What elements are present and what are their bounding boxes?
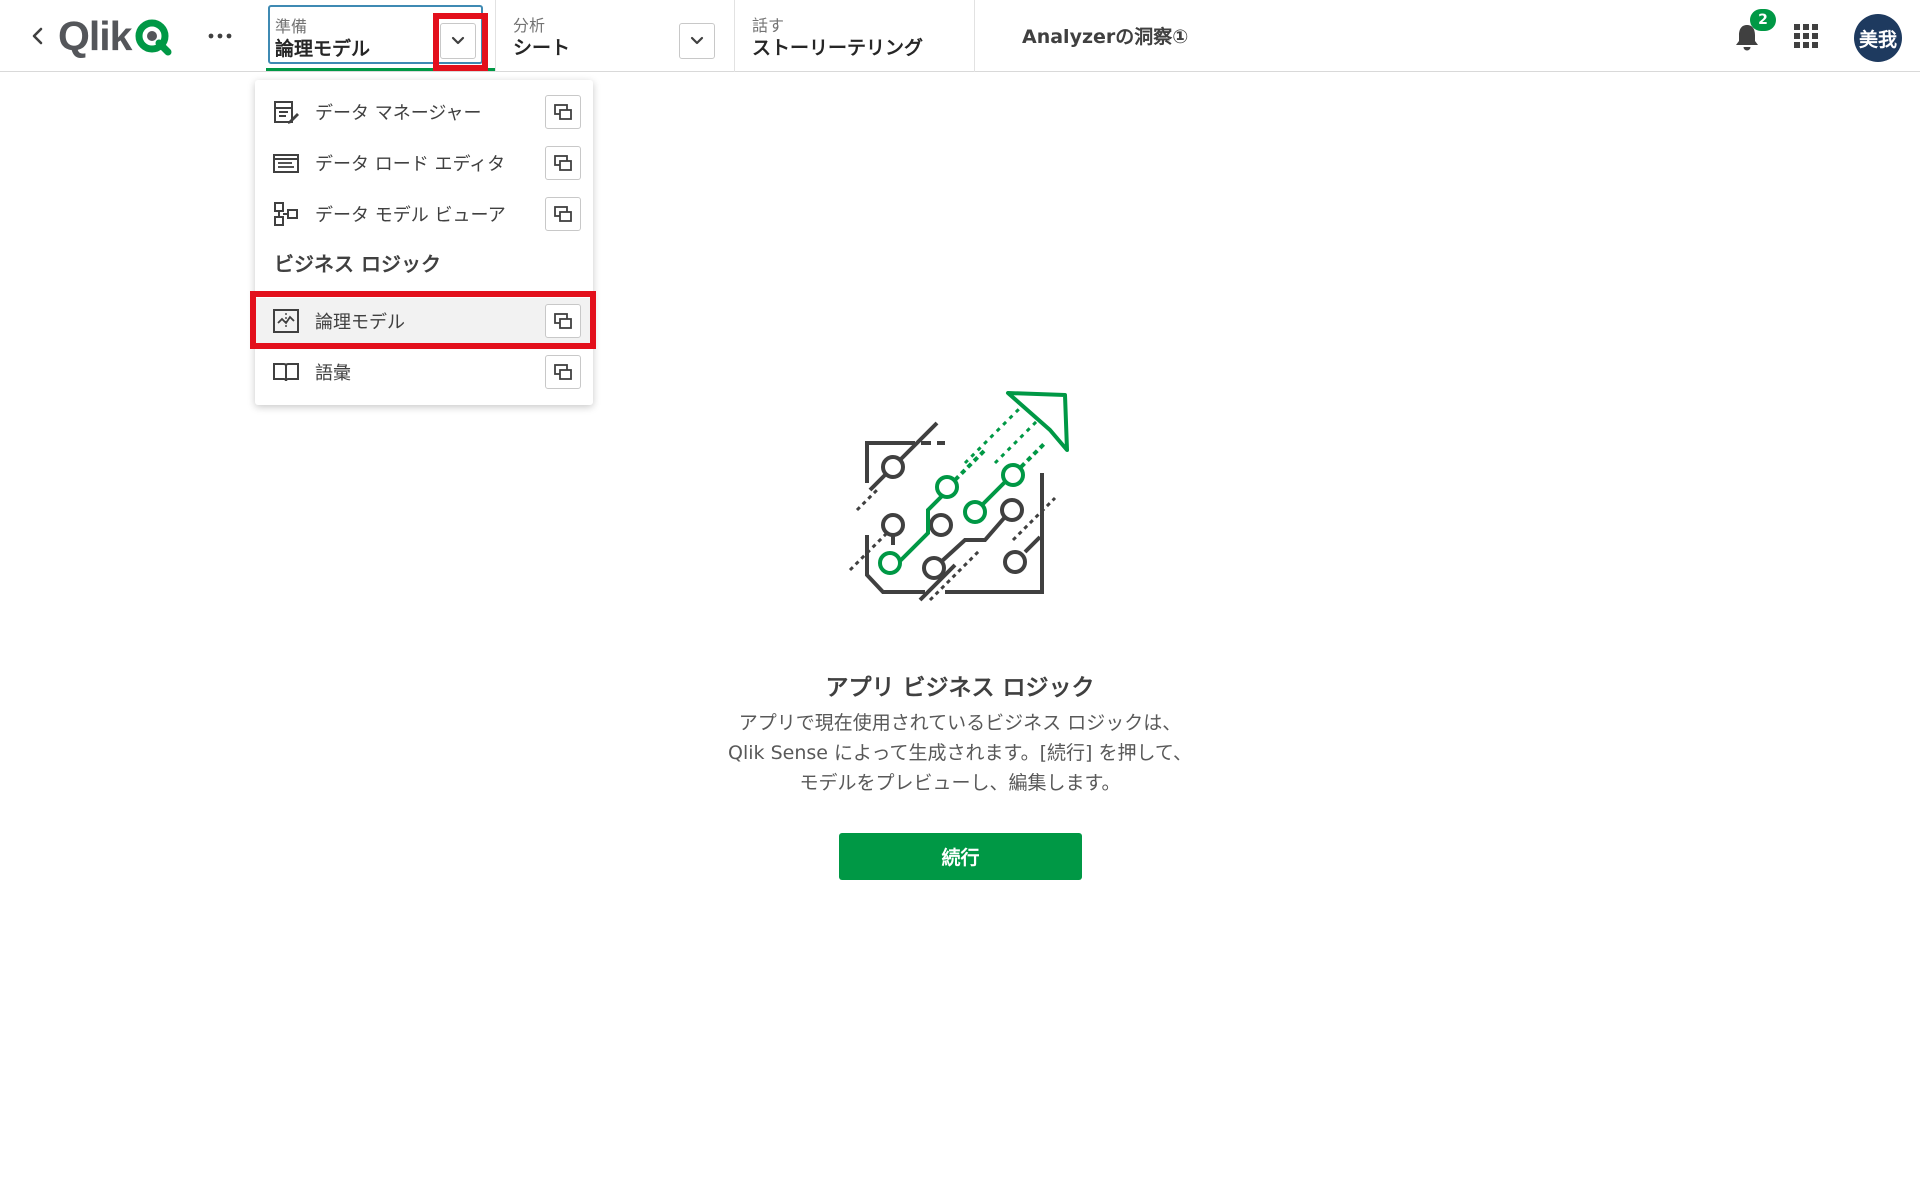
description-line: モデルをプレビューし、編集します。 — [799, 772, 1121, 794]
data-load-editor-icon — [273, 154, 299, 173]
divider — [974, 0, 975, 72]
tab-value: シート — [513, 37, 571, 59]
open-in-new-tab-button[interactable] — [545, 197, 581, 231]
open-in-new-tab-button[interactable] — [545, 95, 581, 129]
prepare-dropdown-menu: データ マネージャー データ ロード エディタ データ モデル ビューア ビジネ… — [255, 80, 593, 405]
empty-state-description: アプリで現在使用されているビジネス ロジックは、 Qlik Sense によって… — [660, 708, 1260, 798]
tab-narrate[interactable]: 話す ストーリーテリング — [752, 0, 972, 72]
menu-item-label: 語彙 — [315, 363, 351, 384]
open-new-tab-icon — [554, 155, 572, 171]
vocabulary-book-icon — [273, 363, 299, 382]
description-line: Qlik Sense によって生成されます。[続行] を押して、 — [728, 742, 1192, 764]
qlik-q-icon — [135, 19, 172, 56]
highlight-box — [250, 291, 596, 349]
logo-text: Qlik — [58, 12, 132, 59]
continue-button[interactable]: 続行 — [839, 833, 1082, 880]
empty-state-title: アプリ ビジネス ロジック — [825, 675, 1095, 701]
open-new-tab-icon — [554, 206, 572, 222]
section-heading-business-logic: ビジネス ロジック — [274, 252, 441, 276]
open-in-new-tab-button[interactable] — [545, 355, 581, 389]
business-logic-illustration — [848, 391, 1069, 602]
data-model-viewer-icon — [274, 202, 298, 226]
qlik-logo[interactable]: Qlik — [58, 12, 173, 59]
open-new-tab-icon — [554, 104, 572, 120]
more-horizontal-icon — [208, 33, 232, 39]
chevron-down-icon — [690, 36, 704, 45]
more-menu-button[interactable] — [204, 20, 236, 52]
highlight-box — [433, 13, 488, 71]
analyze-dropdown-button[interactable] — [679, 23, 715, 59]
user-avatar[interactable]: 美我 — [1854, 14, 1902, 62]
tab-value: 論理モデル — [275, 38, 371, 60]
menu-item-label: データ モデル ビューア — [315, 205, 506, 226]
chevron-left-icon — [32, 27, 43, 45]
menu-item-vocabulary[interactable]: 語彙 — [255, 349, 593, 395]
menu-item-data-load-editor[interactable]: データ ロード エディタ — [255, 140, 593, 186]
data-manager-icon — [274, 101, 299, 124]
app-title: Analyzerの洞察① — [1022, 26, 1189, 48]
divider — [734, 0, 735, 72]
notification-badge: 2 — [1750, 9, 1776, 31]
app-launcher-grid-icon[interactable] — [1792, 22, 1820, 50]
menu-item-data-manager[interactable]: データ マネージャー — [255, 89, 593, 135]
description-line: アプリで現在使用されているビジネス ロジックは、 — [738, 712, 1182, 734]
menu-item-data-model-viewer[interactable]: データ モデル ビューア — [255, 191, 593, 237]
menu-item-label: データ マネージャー — [315, 103, 482, 124]
back-button[interactable] — [22, 20, 54, 52]
open-new-tab-icon — [554, 364, 572, 380]
menu-item-label: データ ロード エディタ — [315, 154, 506, 175]
open-in-new-tab-button[interactable] — [545, 146, 581, 180]
divider — [495, 0, 496, 72]
top-bar: Qlik 準備 論理モデル 分析 シート 話す ストーリーテリング Analyz… — [0, 0, 1920, 72]
tab-value: ストーリーテリング — [752, 37, 924, 59]
